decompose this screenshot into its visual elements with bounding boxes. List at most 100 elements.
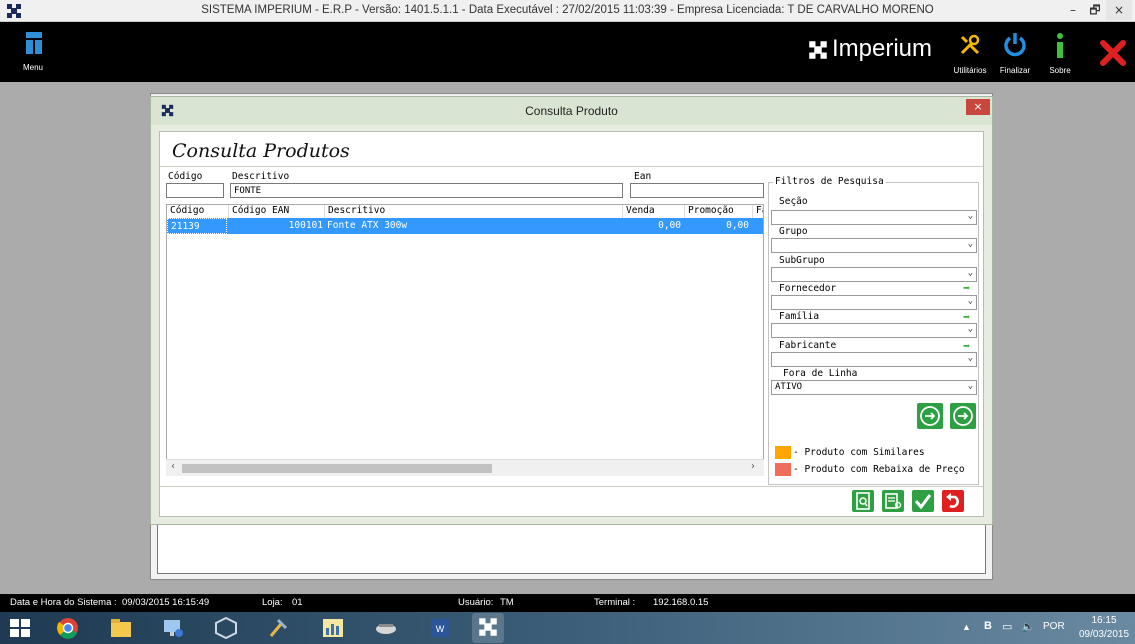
dialog-close-button[interactable]: × bbox=[966, 99, 990, 115]
word-icon[interactable]: W bbox=[427, 616, 453, 640]
familia-arrow-icon[interactable]: ➡ bbox=[963, 310, 970, 324]
fora-linha-label: Fora de Linha bbox=[783, 368, 858, 379]
confirm-button[interactable] bbox=[912, 490, 934, 512]
brand-name: Imperium bbox=[832, 35, 933, 62]
secao-label: Seção bbox=[779, 196, 808, 207]
dialog-body: Consulta Produtos Código Descritivo FONT… bbox=[159, 131, 984, 517]
subgrupo-select[interactable]: ⌄ bbox=[771, 267, 977, 282]
chevron-down-icon: ⌄ bbox=[967, 239, 973, 249]
terminal-label: Terminal : bbox=[594, 597, 636, 608]
fabricante-select[interactable]: ⌄ bbox=[771, 352, 977, 367]
undo-icon bbox=[946, 493, 959, 508]
dialog-titlebar: Consulta Produto × bbox=[151, 97, 992, 125]
fornecedor-arrow-icon[interactable]: ➡ bbox=[963, 281, 970, 295]
terminal-value: 192.168.0.15 bbox=[653, 597, 709, 608]
finalize-button[interactable]: Finalizar bbox=[995, 30, 1035, 80]
svg-text:W: W bbox=[436, 624, 445, 634]
ean-label: Ean bbox=[634, 171, 652, 182]
filters-panel: Filtros de Pesquisa Seção ⌄ Grupo ⌄ SubG… bbox=[768, 176, 979, 485]
apply-filter-button[interactable] bbox=[917, 403, 943, 429]
language-indicator[interactable]: POR bbox=[1043, 621, 1065, 632]
tools-app-icon[interactable] bbox=[266, 616, 292, 640]
clock-time[interactable]: 16:15 bbox=[1076, 615, 1132, 626]
arrow-circle-right-icon bbox=[953, 406, 973, 426]
cell-promocao: 0,00 bbox=[726, 220, 749, 231]
document-search-icon bbox=[856, 492, 870, 510]
divider bbox=[160, 486, 983, 487]
rebaixa-legend: - Produto com Rebaixa de Preço bbox=[793, 464, 965, 475]
maximize-button[interactable]: 🗗 bbox=[1084, 0, 1106, 20]
chevron-down-icon: ⌄ bbox=[967, 324, 973, 334]
tools-icon bbox=[960, 34, 980, 55]
clock-date[interactable]: 09/03/2015 bbox=[1076, 629, 1132, 640]
codigo-label: Código bbox=[168, 171, 203, 182]
fabricante-arrow-icon[interactable]: ➡ bbox=[963, 339, 970, 353]
cell-codigo: 21139 bbox=[167, 218, 227, 234]
menu-button[interactable]: Menu bbox=[13, 28, 53, 78]
similares-swatch bbox=[775, 446, 791, 459]
menu-label: Menu bbox=[22, 63, 43, 72]
exit-icon[interactable] bbox=[1100, 40, 1126, 66]
page-title: Consulta Produtos bbox=[172, 140, 350, 162]
similares-legend: - Produto com Similares bbox=[793, 447, 925, 458]
grid-header-venda[interactable]: Venda bbox=[623, 205, 685, 218]
background-panel bbox=[157, 524, 986, 574]
chrome-icon[interactable] bbox=[55, 616, 81, 640]
scanner-app-icon[interactable] bbox=[373, 616, 399, 640]
tray-b-icon[interactable]: B bbox=[984, 620, 992, 632]
details-button[interactable] bbox=[882, 490, 904, 512]
descritivo-label: Descritivo bbox=[232, 171, 290, 182]
view-product-button[interactable] bbox=[852, 490, 874, 512]
chevron-down-icon: ⌄ bbox=[967, 381, 973, 391]
undo-button[interactable] bbox=[942, 490, 964, 512]
ean-input[interactable] bbox=[630, 183, 764, 198]
windows-start-icon[interactable] bbox=[10, 619, 30, 637]
chevron-down-icon: ⌄ bbox=[967, 268, 973, 278]
products-grid[interactable]: Código Código EAN Descritivo Venda Promo… bbox=[166, 204, 764, 476]
loja-label: Loja: bbox=[262, 597, 283, 608]
next-filter-button[interactable] bbox=[950, 403, 976, 429]
arrow-circle-right-icon bbox=[920, 406, 940, 426]
window-titlebar: SISTEMA IMPERIUM - E.R.P - Versão: 1401.… bbox=[0, 0, 1135, 22]
file-explorer-icon[interactable] bbox=[108, 616, 134, 640]
grupo-label: Grupo bbox=[779, 226, 808, 237]
scroll-left-icon[interactable]: ‹ bbox=[171, 461, 175, 472]
network-icon[interactable]: ▭ bbox=[1002, 620, 1012, 633]
grid-header-codigo-ean[interactable]: Código EAN bbox=[229, 205, 325, 218]
fora-linha-value: ATIVO bbox=[775, 382, 803, 392]
familia-select[interactable]: ⌄ bbox=[771, 323, 977, 338]
volume-icon[interactable]: 🔈 bbox=[1021, 620, 1035, 633]
utilities-button[interactable]: Utilitários bbox=[950, 30, 990, 80]
codigo-input[interactable] bbox=[166, 183, 224, 198]
secao-select[interactable]: ⌄ bbox=[771, 210, 977, 225]
app-toolbar: Menu Imperium Utilitários Finalizar Sobr… bbox=[0, 22, 1135, 82]
fabricante-label: Fabricante bbox=[779, 340, 837, 351]
finalize-label: Finalizar bbox=[999, 66, 1031, 75]
imperium-taskbar-icon[interactable] bbox=[472, 613, 504, 643]
grid-header-codigo[interactable]: Código bbox=[167, 205, 229, 218]
grid-header-descritivo[interactable]: Descritivo bbox=[325, 205, 623, 218]
scrollbar-thumb[interactable] bbox=[182, 464, 492, 473]
grupo-select[interactable]: ⌄ bbox=[771, 238, 977, 253]
subgrupo-label: SubGrupo bbox=[779, 255, 825, 266]
tray-expand-icon[interactable]: ▲ bbox=[962, 622, 971, 632]
grid-header-promocao[interactable]: Promoção bbox=[685, 205, 753, 218]
window-close-button[interactable]: × bbox=[1106, 0, 1132, 20]
status-bar: Data e Hora do Sistema : 09/03/2015 16:1… bbox=[0, 594, 1135, 612]
fornecedor-select[interactable]: ⌄ bbox=[771, 295, 977, 310]
grid-horizontal-scrollbar[interactable]: ‹ › bbox=[166, 459, 764, 476]
chart-app-icon[interactable] bbox=[320, 616, 346, 640]
remote-desktop-icon[interactable] bbox=[160, 616, 186, 640]
grid-header-fa[interactable]: Fa bbox=[753, 205, 763, 218]
about-button[interactable]: Sobre bbox=[1040, 30, 1080, 80]
chevron-down-icon: ⌄ bbox=[967, 211, 973, 221]
scroll-right-icon[interactable]: › bbox=[751, 461, 755, 472]
minimize-button[interactable]: – bbox=[1062, 0, 1084, 20]
table-row[interactable]: 21139 100101 Fonte ATX 300w 0,00 0,00 bbox=[167, 218, 763, 234]
utilities-label: Utilitários bbox=[953, 66, 987, 75]
virtualbox-icon[interactable] bbox=[213, 616, 239, 640]
dialog-title: Consulta Produto bbox=[525, 104, 618, 118]
fora-linha-select[interactable]: ATIVO ⌄ bbox=[771, 380, 977, 395]
descritivo-input[interactable]: FONTE bbox=[230, 183, 623, 198]
chevron-down-icon: ⌄ bbox=[967, 296, 973, 306]
